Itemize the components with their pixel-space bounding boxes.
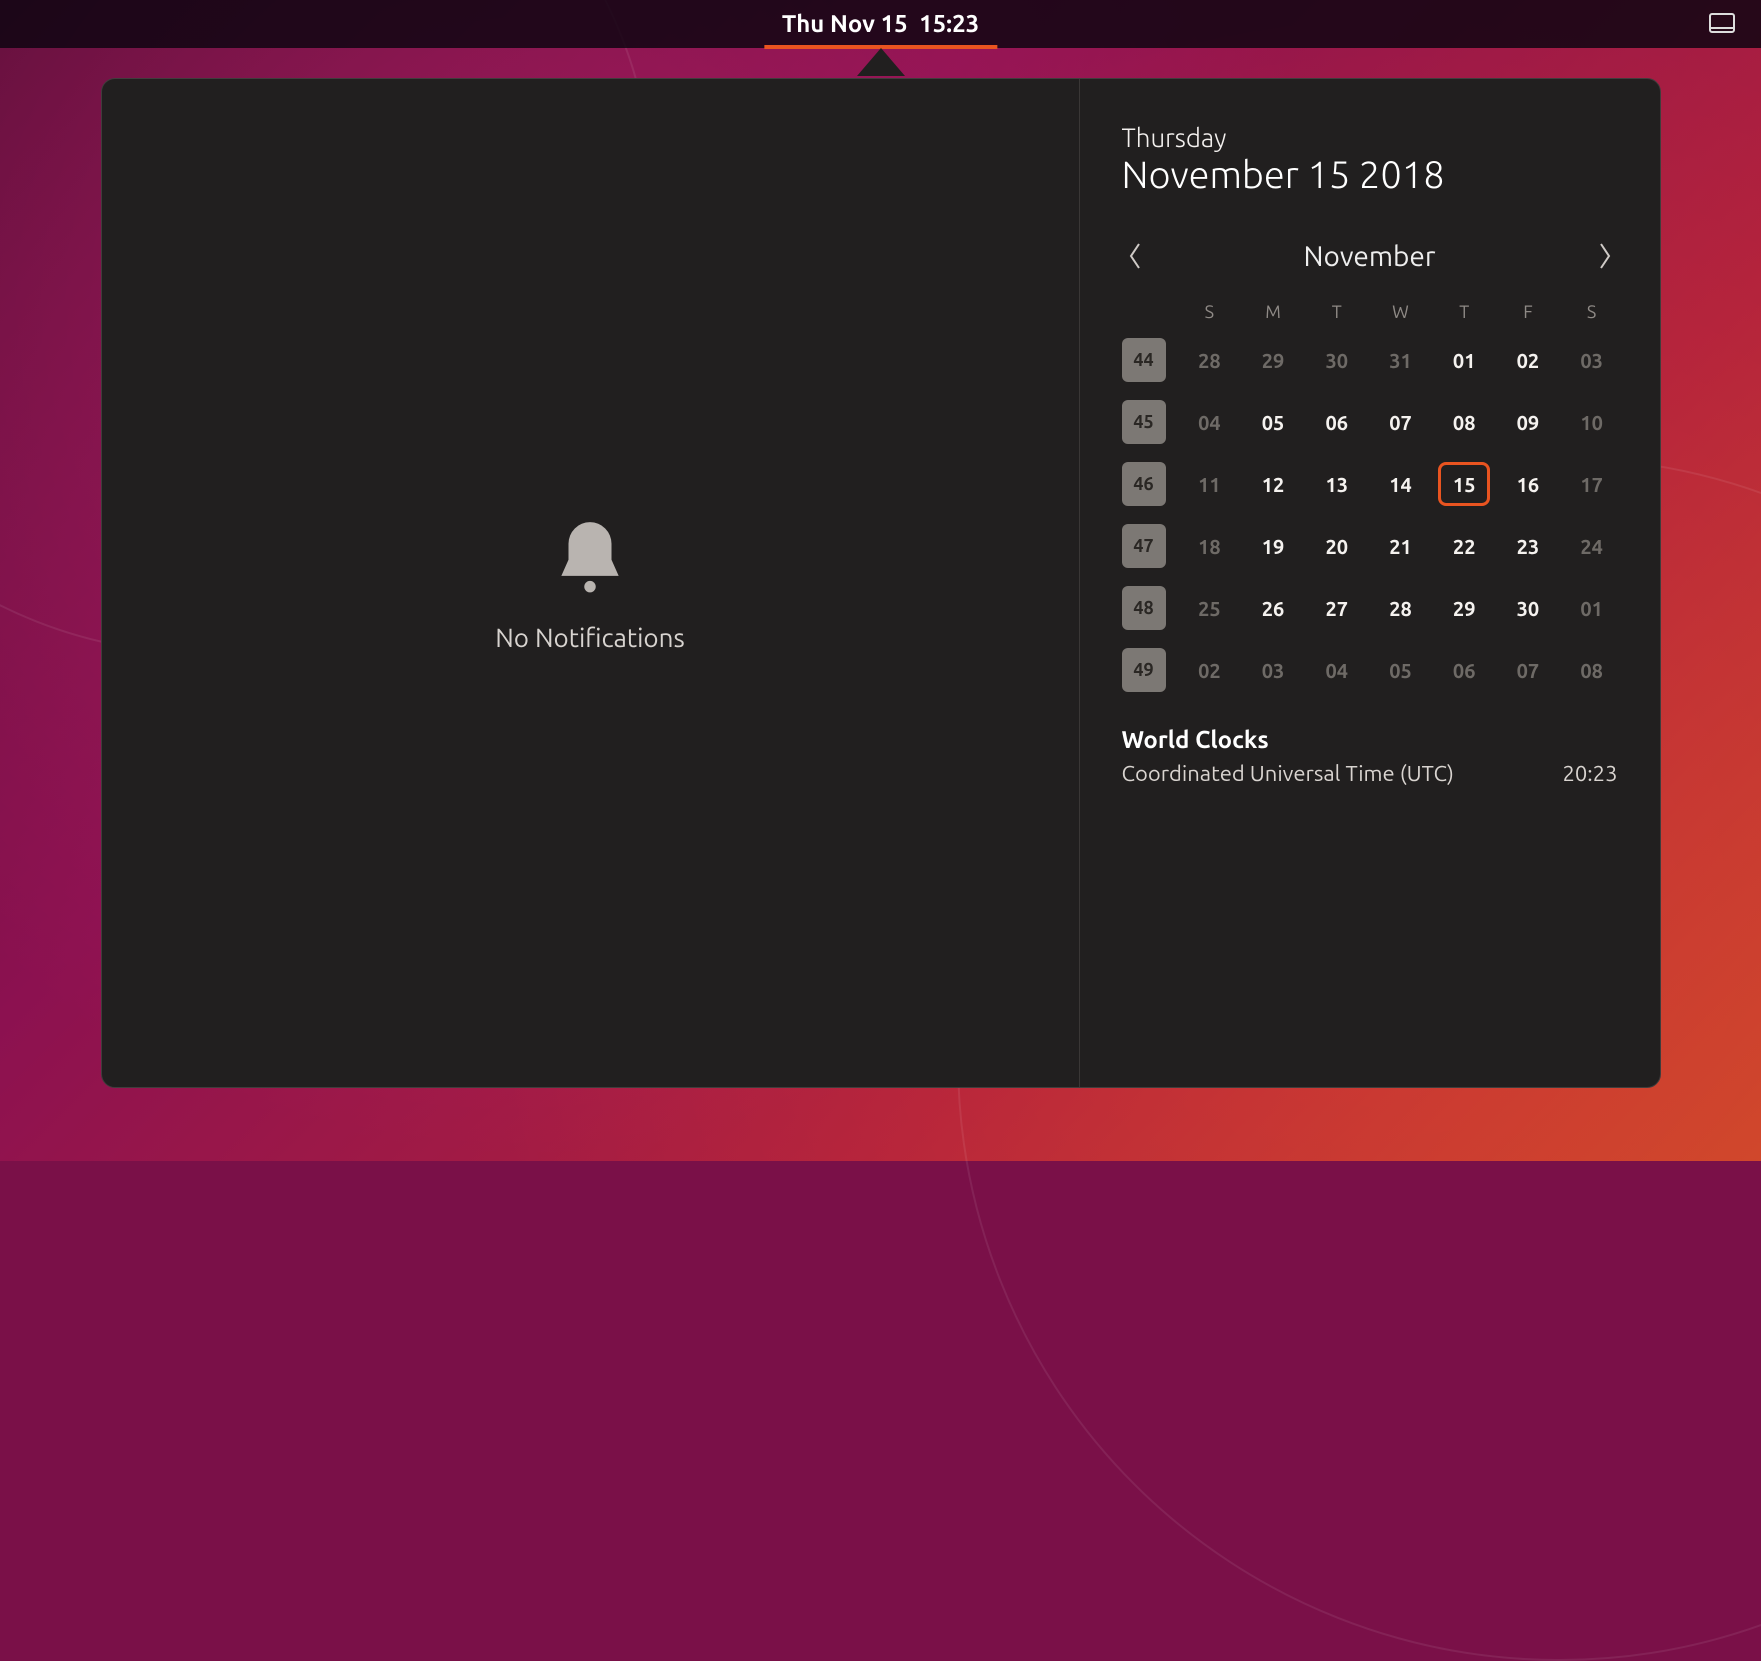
calendar-day[interactable]: 13 [1311,462,1363,506]
calendar-week-row: 47 1819 20 2122 23 24 [1122,524,1618,568]
month-navigation: November [1122,236,1618,276]
calendar-week-row: 48 2526 27 2829 30 01 [1122,586,1618,630]
world-clock-row[interactable]: Coordinated Universal Time (UTC) 20:23 [1122,761,1618,786]
calendar-day[interactable]: 07 [1502,648,1554,692]
calendar-day[interactable]: 28 [1375,586,1427,630]
weekday-header-row: SMTWTFS [1122,302,1618,322]
no-notifications-label: No Notifications [495,623,685,652]
calendar-week-row: 46 1112 13 1415 16 17 [1122,462,1618,506]
calendar-grid: SMTWTFS 44282930310102034504050607080910… [1122,302,1618,692]
chevron-right-icon [1598,242,1612,270]
week-number: 47 [1122,524,1166,568]
workspace-switcher-icon[interactable] [1707,12,1737,36]
calendar-day[interactable]: 29 [1438,586,1490,630]
weekday-header: M [1247,302,1299,322]
weekday-header: F [1502,302,1554,322]
calendar-day[interactable]: 30 [1502,586,1554,630]
world-clock-time: 20:23 [1562,761,1617,786]
calendar-day[interactable]: 06 [1438,648,1490,692]
calendar-day[interactable]: 01 [1566,586,1618,630]
calendar-day[interactable]: 31 [1375,338,1427,382]
calendar-pane: Thursday November 15 2018 November SMTWT… [1080,79,1660,1087]
calendar-weeks: 4428293031010203450405060708091046111213… [1122,338,1618,692]
calendar-day[interactable]: 20 [1311,524,1363,568]
calendar-day[interactable]: 02 [1184,648,1236,692]
calendar-day[interactable]: 22 [1438,524,1490,568]
calendar-day[interactable]: 25 [1184,586,1236,630]
clock-button[interactable]: Thu Nov 15 15:23 [764,0,997,49]
world-clock-label: Coordinated Universal Time (UTC) [1122,761,1455,786]
chevron-left-icon [1128,242,1142,270]
system-tray [1707,12,1737,36]
week-number: 49 [1122,648,1166,692]
popover-body: No Notifications Thursday November 15 20… [101,78,1661,1088]
calendar-day[interactable]: 05 [1247,400,1299,444]
calendar-day[interactable]: 01 [1438,338,1490,382]
calendar-day[interactable]: 08 [1566,648,1618,692]
calendar-day[interactable]: 03 [1247,648,1299,692]
week-number: 45 [1122,400,1166,444]
prev-month-button[interactable] [1122,236,1148,276]
calendar-day[interactable]: 17 [1566,462,1618,506]
calendar-day[interactable]: 02 [1502,338,1554,382]
top-bar: Thu Nov 15 15:23 [0,0,1761,48]
weekday-header: W [1375,302,1427,322]
calendar-day[interactable]: 19 [1247,524,1299,568]
calendar-day[interactable]: 04 [1184,400,1236,444]
full-date-label: November 15 2018 [1122,154,1618,196]
calendar-day[interactable]: 14 [1375,462,1427,506]
calendar-day[interactable]: 26 [1247,586,1299,630]
week-number: 46 [1122,462,1166,506]
weekday-header: T [1311,302,1363,322]
calendar-day[interactable]: 29 [1247,338,1299,382]
calendar-day[interactable]: 11 [1184,462,1236,506]
weekday-header: T [1438,302,1490,322]
weeknum-header-spacer [1122,302,1172,322]
weekday-label: Thursday [1122,123,1618,152]
next-month-button[interactable] [1592,236,1618,276]
calendar-day[interactable]: 30 [1311,338,1363,382]
datetime-popover: No Notifications Thursday November 15 20… [101,48,1661,1088]
weekday-header: S [1184,302,1236,322]
calendar-day[interactable]: 04 [1311,648,1363,692]
calendar-day[interactable]: 06 [1311,400,1363,444]
week-number: 44 [1122,338,1166,382]
calendar-day[interactable]: 03 [1566,338,1618,382]
calendar-day[interactable]: 24 [1566,524,1618,568]
week-number: 48 [1122,586,1166,630]
calendar-week-row: 49 0203 04 0506 07 08 [1122,648,1618,692]
calendar-day[interactable]: 18 [1184,524,1236,568]
world-clocks-heading: World Clocks [1122,726,1618,753]
calendar-day[interactable]: 10 [1566,400,1618,444]
calendar-week-row: 45 0405 06 0708 09 10 [1122,400,1618,444]
notifications-pane: No Notifications [102,79,1080,1087]
month-label: November [1304,241,1436,272]
calendar-day[interactable]: 09 [1502,400,1554,444]
bell-icon [547,515,633,605]
world-clocks-section: World Clocks Coordinated Universal Time … [1122,726,1618,786]
calendar-day[interactable]: 12 [1247,462,1299,506]
calendar-day[interactable]: 08 [1438,400,1490,444]
calendar-day[interactable]: 16 [1502,462,1554,506]
calendar-week-row: 44 2829 30 3101 02 03 [1122,338,1618,382]
calendar-day[interactable]: 23 [1502,524,1554,568]
calendar-day[interactable]: 27 [1311,586,1363,630]
calendar-day-today[interactable]: 15 [1438,462,1490,506]
calendar-day[interactable]: 21 [1375,524,1427,568]
calendar-day[interactable]: 28 [1184,338,1236,382]
weekday-header: S [1566,302,1618,322]
popover-arrow [857,48,905,76]
calendar-day[interactable]: 07 [1375,400,1427,444]
calendar-day[interactable]: 05 [1375,648,1427,692]
